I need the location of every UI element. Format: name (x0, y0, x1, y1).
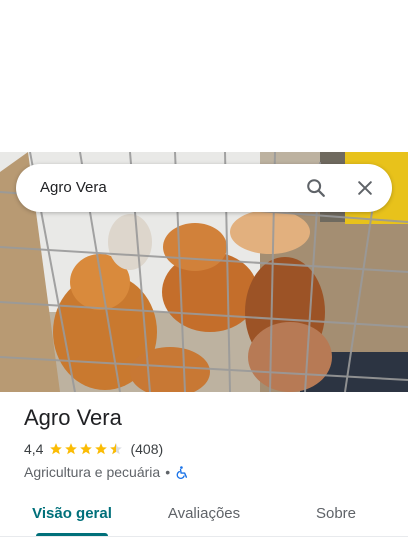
search-input[interactable]: Agro Vera (40, 164, 107, 212)
close-icon (358, 181, 372, 195)
star-rating (49, 442, 124, 456)
category-label[interactable]: Agricultura e pecuária (24, 464, 160, 480)
wheelchair-icon (176, 465, 188, 479)
tabs-divider (0, 536, 408, 537)
tab-about[interactable]: Sobre (284, 492, 388, 536)
search-icon (307, 179, 325, 197)
place-tabs: Visão geral Avaliações Sobre (0, 492, 408, 544)
separator-dot: • (165, 464, 171, 480)
star-icon (95, 443, 108, 455)
close-button[interactable] (349, 172, 381, 204)
place-info: Agro Vera 4,4 (408) Agricultura e pecuár… (24, 404, 394, 481)
rating-value: 4,4 (24, 441, 44, 457)
star-icon (50, 443, 63, 455)
star-half-icon (110, 443, 123, 455)
star-icon (65, 443, 78, 455)
tab-overview[interactable]: Visão geral (20, 492, 124, 536)
tab-reviews[interactable]: Avaliações (152, 492, 256, 536)
search-bar[interactable]: Agro Vera (16, 164, 392, 212)
rating-row[interactable]: 4,4 (408) (24, 440, 394, 458)
search-button[interactable] (300, 172, 332, 204)
star-icon (80, 443, 93, 455)
place-title: Agro Vera (24, 405, 122, 430)
map-blank-area (0, 0, 408, 152)
review-count[interactable]: (408) (130, 441, 163, 457)
category-row: Agricultura e pecuária • (24, 463, 394, 481)
